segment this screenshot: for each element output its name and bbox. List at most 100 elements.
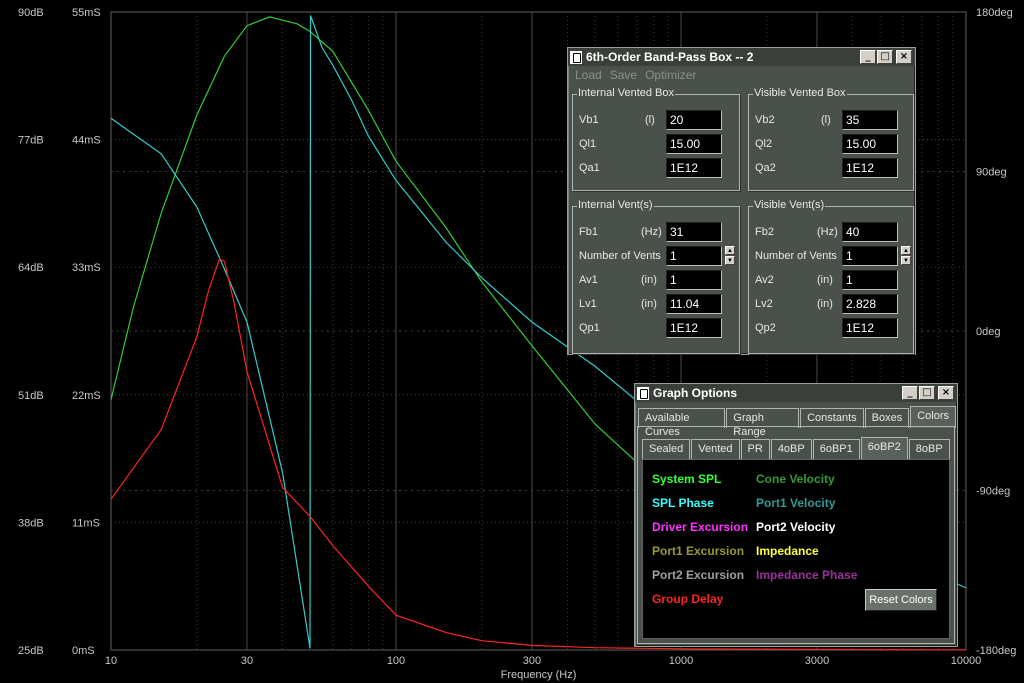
internal-vented-box-group: Internal Vented Box Vb1 (l) 20 Ql1 15.00 Qa1 1E… xyxy=(572,87,740,191)
vents-spinner[interactable]: ▲ ▼ xyxy=(901,246,911,266)
param-label: Qp1 xyxy=(579,322,600,334)
color-item-port2-velocity[interactable]: Port2 Velocity xyxy=(756,520,835,534)
param-label: Vb2 xyxy=(755,114,775,126)
spin-down-icon[interactable]: ▼ xyxy=(901,256,911,265)
param-input[interactable]: 15.00 xyxy=(842,134,898,154)
param-input[interactable]: 1E12 xyxy=(666,318,722,338)
vents-spinner[interactable]: ▲ ▼ xyxy=(725,246,735,266)
param-row: Ql2 15.00 xyxy=(749,134,913,156)
param-input[interactable]: 1E12 xyxy=(842,158,898,178)
param-row: Fb1 (Hz) 31 xyxy=(573,222,739,244)
color-item-driver-excursion[interactable]: Driver Excursion xyxy=(652,520,748,534)
param-label: Av1 xyxy=(579,274,598,286)
subtab-6obp2[interactable]: 6oBP2 xyxy=(860,437,908,459)
param-row: Av1 (in) 1 xyxy=(573,270,739,292)
spl-tick-label: 25dB xyxy=(18,645,44,657)
bandpass-window-title: 6th-Order Band-Pass Box -- 2 xyxy=(586,50,754,64)
param-row: Number of Vents 1 ▲ ▼ xyxy=(573,246,739,268)
phase-tick-label: 0deg xyxy=(976,326,1000,338)
subtab-vented[interactable]: Vented xyxy=(691,439,740,459)
tab-available-curves[interactable]: Available Curves xyxy=(638,408,726,438)
param-input[interactable]: 1E12 xyxy=(666,158,722,178)
color-item-port2-excursion[interactable]: Port2 Excursion xyxy=(652,568,744,582)
minimize-button[interactable]: _ xyxy=(860,50,876,64)
color-item-group-delay[interactable]: Group Delay xyxy=(652,592,723,606)
close-button[interactable]: × xyxy=(896,50,912,64)
delay-tick-label: 0mS xyxy=(72,645,95,657)
group-legend: Internal Vented Box xyxy=(577,87,676,99)
param-label: Lv2 xyxy=(755,298,773,310)
x-axis-label: Frequency (Hz) xyxy=(501,669,577,681)
tab-graph-range[interactable]: Graph Range xyxy=(726,408,800,438)
minimize-button[interactable]: _ xyxy=(902,386,918,400)
x-tick-label: 3000 xyxy=(805,655,829,667)
graph-options-window[interactable]: Graph Options _ □ × Available Curves Grap… xyxy=(634,383,958,647)
spl-tick-label: 90dB xyxy=(18,7,44,19)
app-icon xyxy=(637,386,649,400)
graph-options-titlebar[interactable]: Graph Options _ □ × xyxy=(635,384,957,402)
subtab-4obp[interactable]: 4oBP xyxy=(770,439,812,459)
spin-up-icon[interactable]: ▲ xyxy=(725,246,735,255)
x-tick-label: 100 xyxy=(387,655,405,667)
param-unit: (Hz) xyxy=(641,226,662,238)
param-unit: (l) xyxy=(821,114,831,126)
phase-tick-label: 180deg xyxy=(976,7,1013,19)
tab-colors[interactable]: Colors xyxy=(910,406,956,428)
color-item-system-spl[interactable]: System SPL xyxy=(652,472,721,486)
param-input[interactable]: 40 xyxy=(842,222,898,242)
param-input[interactable]: 1 xyxy=(842,246,898,266)
bandpass-box-window[interactable]: 6th-Order Band-Pass Box -- 2 _ □ × Load … xyxy=(567,47,916,355)
x-tick-label: 300 xyxy=(523,655,541,667)
color-item-port1-excursion[interactable]: Port1 Excursion xyxy=(652,544,744,558)
param-input[interactable]: 31 xyxy=(666,222,722,242)
spin-up-icon[interactable]: ▲ xyxy=(901,246,911,255)
spin-down-icon[interactable]: ▼ xyxy=(725,256,735,265)
bandpass-window-titlebar[interactable]: 6th-Order Band-Pass Box -- 2 _ □ × xyxy=(568,48,915,66)
param-row: Vb2 (l) 35 xyxy=(749,110,913,132)
maximize-button[interactable]: □ xyxy=(919,386,935,400)
color-item-impedance[interactable]: Impedance xyxy=(756,544,819,558)
param-input[interactable]: 35 xyxy=(842,110,898,130)
colors-tab-panel: Sealed Vented PR 4oBP 6oBP1 6oBP2 8oBP System … xyxy=(637,426,955,644)
param-input[interactable]: 1E12 xyxy=(842,318,898,338)
param-row: Lv2 (in) 2.828 xyxy=(749,294,913,316)
app-icon xyxy=(570,50,582,64)
subtab-sealed[interactable]: Sealed xyxy=(642,439,691,459)
param-input[interactable]: 1 xyxy=(666,246,722,266)
tab-boxes[interactable]: Boxes xyxy=(864,408,910,428)
menu-optimizer[interactable]: Optimizer xyxy=(645,68,696,82)
param-row: Av2 (in) 1 xyxy=(749,270,913,292)
delay-tick-label: 44mS xyxy=(72,135,101,147)
menu-save[interactable]: Save xyxy=(610,68,637,82)
param-row: Qa2 1E12 xyxy=(749,158,913,180)
color-item-port1-velocity[interactable]: Port1 Velocity xyxy=(756,496,835,510)
param-row: Qp1 1E12 xyxy=(573,318,739,340)
color-item-cone-velocity[interactable]: Cone Velocity xyxy=(756,472,835,486)
param-input[interactable]: 20 xyxy=(666,110,722,130)
param-input[interactable]: 1 xyxy=(842,270,898,290)
param-unit: (l) xyxy=(645,114,655,126)
group-legend: Visible Vent(s) xyxy=(753,199,826,211)
menu-load[interactable]: Load xyxy=(575,68,602,82)
param-input[interactable]: 15.00 xyxy=(666,134,722,154)
tab-constants[interactable]: Constants xyxy=(800,408,864,428)
graph-options-title: Graph Options xyxy=(653,386,737,400)
delay-tick-label: 11mS xyxy=(72,517,100,529)
subtab-8obp[interactable]: 8oBP xyxy=(908,439,950,459)
maximize-button[interactable]: □ xyxy=(877,50,893,64)
param-row: Qa1 1E12 xyxy=(573,158,739,180)
subtab-pr[interactable]: PR xyxy=(740,439,770,459)
param-unit: (in) xyxy=(817,274,833,286)
spl-tick-label: 64dB xyxy=(18,262,44,274)
reset-colors-button[interactable]: Reset Colors xyxy=(865,589,937,611)
subtab-6obp1[interactable]: 6oBP1 xyxy=(812,439,860,459)
param-input[interactable]: 2.828 xyxy=(842,294,898,314)
color-item-spl-phase[interactable]: SPL Phase xyxy=(652,496,714,510)
param-label: Qa2 xyxy=(755,162,776,174)
visible-vents-group: Visible Vent(s) Fb2 (Hz) 40 Number of Vents 1… xyxy=(748,199,914,354)
param-input[interactable]: 11.04 xyxy=(666,294,722,314)
close-button[interactable]: × xyxy=(938,386,954,400)
color-item-impedance-phase[interactable]: Impedance Phase xyxy=(756,568,857,582)
param-label: Number of Vents xyxy=(579,250,661,262)
param-input[interactable]: 1 xyxy=(666,270,722,290)
